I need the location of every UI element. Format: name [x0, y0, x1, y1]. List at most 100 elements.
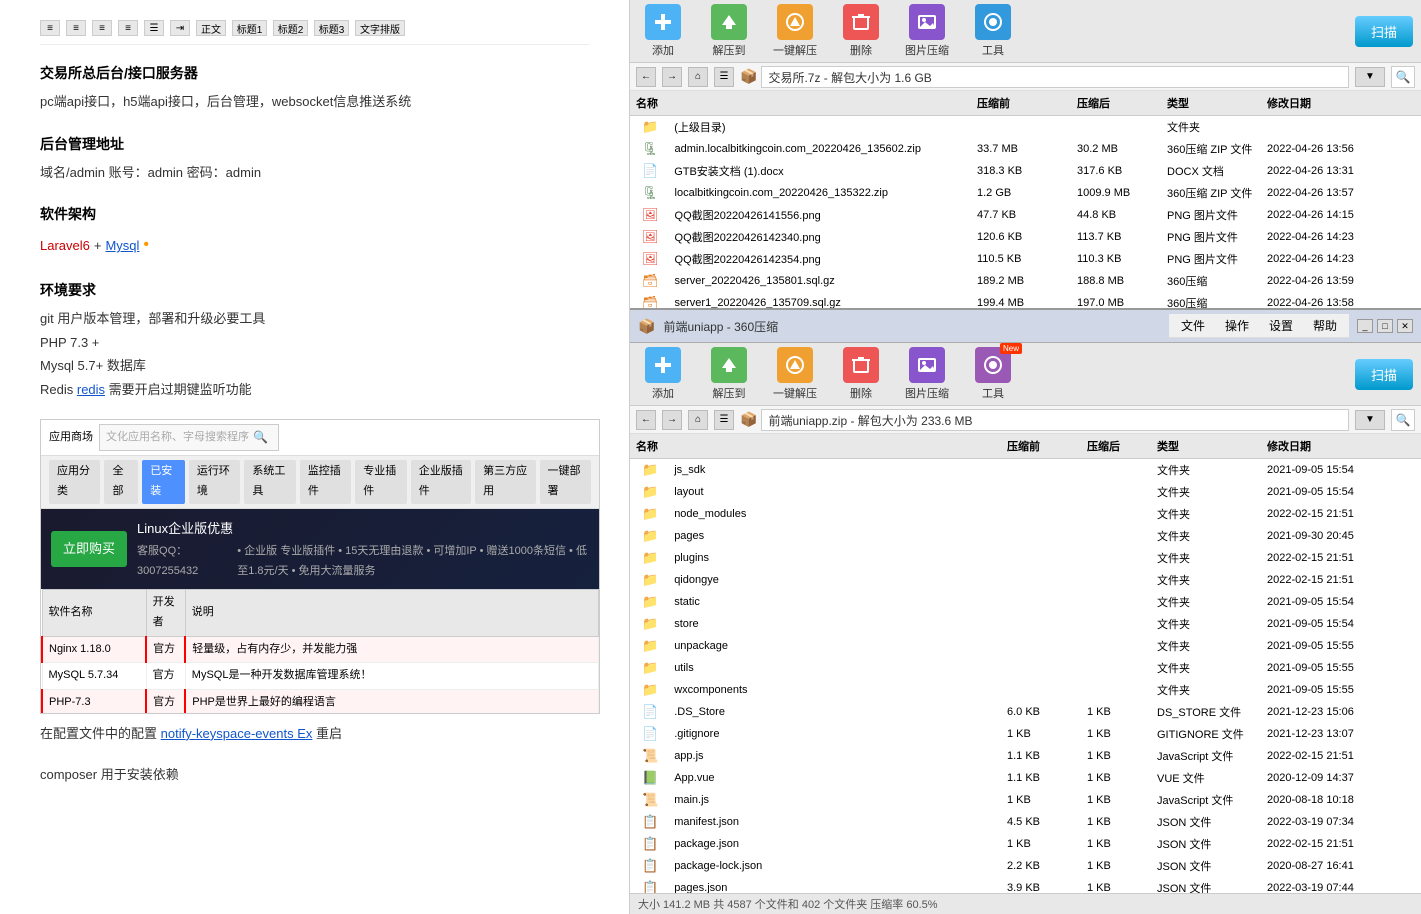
file-type-icon: 📄 [636, 703, 664, 721]
menu-settings[interactable]: 设置 [1265, 316, 1297, 335]
table-row[interactable]: 📁 pages 文件夹 2021-09-30 20:45 [630, 525, 1421, 547]
promo-buy-btn[interactable]: 立即购买 [51, 531, 127, 566]
h3-btn[interactable]: 标题3 [314, 20, 349, 36]
table-row[interactable]: 🖼 QQ截图20220426142340.png 120.6 KB 113.7 … [630, 226, 1421, 248]
align-right-btn[interactable]: ≡ [92, 20, 112, 36]
table-row[interactable]: 🖼 QQ截图20220426141556.png 47.7 KB 44.8 KB… [630, 204, 1421, 226]
file-kind: PNG 图片文件 [1161, 206, 1261, 224]
config-link[interactable]: notify-keyspace-events Ex [161, 726, 313, 741]
tab-monitor[interactable]: 监控插件 [300, 460, 351, 504]
table-row[interactable]: 📁 qidongye 文件夹 2022-02-15 21:51 [630, 569, 1421, 591]
table-row[interactable]: 📋 manifest.json 4.5 KB 1 KB JSON 文件 2022… [630, 811, 1421, 833]
tools-label: 工具 [982, 42, 1004, 58]
restore-btn[interactable]: □ [1377, 319, 1393, 333]
scan-button-2[interactable]: 扫描 [1355, 359, 1413, 390]
fm-bottom-file-list[interactable]: 名称 压缩前 压缩后 类型 修改日期 📁 js_sdk 文件夹 2021-09-… [630, 434, 1421, 893]
extract-button[interactable]: 解压到 [704, 4, 754, 58]
tab-pro-plugins[interactable]: 专业插件 [355, 460, 406, 504]
table-row[interactable]: 📁 unpackage 文件夹 2021-09-05 15:55 [630, 635, 1421, 657]
nav-back-btn-2[interactable]: ← [636, 410, 656, 430]
indent-btn[interactable]: ⇥ [170, 20, 190, 36]
list-btn[interactable]: ☰ [144, 20, 164, 36]
file-type-icon: 🖼 [636, 250, 665, 268]
nav-home-btn-2[interactable]: ⌂ [688, 410, 708, 430]
file-size: 1 KB [1081, 859, 1151, 873]
table-row[interactable]: MySQL 5.7.34 官方 MySQL是一种开发数据库管理系统！ [42, 663, 599, 690]
justify-btn[interactable]: ≡ [118, 20, 138, 36]
table-row[interactable]: 📋 package-lock.json 2.2 KB 1 KB JSON 文件 … [630, 855, 1421, 877]
close-btn[interactable]: ✕ [1397, 319, 1413, 333]
add-button[interactable]: 添加 [638, 4, 688, 58]
table-row[interactable]: 🗜 admin.localbitkingcoin.com_20220426_13… [630, 138, 1421, 160]
align-left-btn[interactable]: ≡ [40, 20, 60, 36]
tab-all[interactable]: 全部 [104, 460, 138, 504]
menu-ops[interactable]: 操作 [1221, 316, 1253, 335]
nav-back-btn[interactable]: ← [636, 67, 656, 87]
text-format-btn[interactable]: 文字排版 [355, 20, 405, 36]
table-row[interactable]: 📄 .gitignore 1 KB 1 KB GITIGNORE 文件 2021… [630, 723, 1421, 745]
tools-button[interactable]: 工具 [968, 4, 1018, 58]
tab-runtime[interactable]: 运行环境 [189, 460, 240, 504]
imgzip-button[interactable]: 图片压缩 [902, 4, 952, 58]
tab-category[interactable]: 应用分类 [49, 460, 100, 504]
table-row[interactable]: 📗 App.vue 1.1 KB 1 KB VUE 文件 2020-12-09 … [630, 767, 1421, 789]
delete-button-2[interactable]: 删除 [836, 347, 886, 401]
scan-button[interactable]: 扫描 [1355, 16, 1413, 47]
menu-file[interactable]: 文件 [1177, 316, 1209, 335]
table-row[interactable]: 📁 (上级目录) 文件夹 [630, 116, 1421, 138]
table-row[interactable]: Nginx 1.18.0 官方 轻量级，占有内存少，并发能力强 [42, 636, 599, 663]
table-row[interactable]: 📁 node_modules 文件夹 2022-02-15 21:51 [630, 503, 1421, 525]
app-search-box[interactable]: 文化应用名称、字母搜索程序 🔍 [99, 424, 279, 452]
table-row[interactable]: 📄 .DS_Store 6.0 KB 1 KB DS_STORE 文件 2021… [630, 701, 1421, 723]
search-btn-2[interactable]: 🔍 [1391, 409, 1415, 431]
table-row[interactable]: 📁 store 文件夹 2021-09-05 15:54 [630, 613, 1421, 635]
table-row[interactable]: 🖼 QQ截图20220426142354.png 110.5 KB 110.3 … [630, 248, 1421, 270]
tab-installed[interactable]: 已安装 [142, 460, 185, 504]
delete-button[interactable]: 删除 [836, 4, 886, 58]
table-row[interactable]: 🗜 localbitkingcoin.com_20220426_135322.z… [630, 182, 1421, 204]
tab-enterprise[interactable]: 企业版插件 [411, 460, 471, 504]
nav-view-btn[interactable]: ☰ [714, 67, 734, 87]
redis-link[interactable]: redis [77, 382, 105, 397]
table-row[interactable]: 📁 js_sdk 文件夹 2021-09-05 15:54 [630, 459, 1421, 481]
table-row[interactable]: 📜 app.js 1.1 KB 1 KB JavaScript 文件 2022-… [630, 745, 1421, 767]
dropdown-btn[interactable]: ▼ [1355, 67, 1385, 87]
table-row[interactable]: 📋 package.json 1 KB 1 KB JSON 文件 2022-02… [630, 833, 1421, 855]
table-row[interactable]: 📁 static 文件夹 2021-09-05 15:54 [630, 591, 1421, 613]
nav-view-btn-2[interactable]: ☰ [714, 410, 734, 430]
onekey-button[interactable]: 一键解压 [770, 4, 820, 58]
table-row[interactable]: 📜 main.js 1 KB 1 KB JavaScript 文件 2020-0… [630, 789, 1421, 811]
h1-btn[interactable]: 标题1 [232, 20, 267, 36]
tab-third[interactable]: 第三方应用 [475, 460, 535, 504]
file-type-icon: 📁 [636, 527, 664, 545]
table-row[interactable]: 📁 utils 文件夹 2021-09-05 15:55 [630, 657, 1421, 679]
menu-help[interactable]: 帮助 [1309, 316, 1341, 335]
table-row[interactable]: 🗃 server_20220426_135801.sql.gz 189.2 MB… [630, 270, 1421, 292]
table-row[interactable]: 📁 wxcomponents 文件夹 2021-09-05 15:55 [630, 679, 1421, 701]
table-row[interactable]: 🗃 server1_20220426_135709.sql.gz 199.4 M… [630, 292, 1421, 308]
table-row[interactable]: 📁 layout 文件夹 2021-09-05 15:54 [630, 481, 1421, 503]
table-row[interactable]: PHP-7.3 官方 PHP是世界上最好的编程语言 [42, 690, 599, 714]
search-icon[interactable]: 🔍 [253, 427, 268, 449]
format-btn[interactable]: 正文 [196, 20, 226, 36]
nav-forward-btn[interactable]: → [662, 67, 682, 87]
fm-top-file-list[interactable]: 名称 压缩前 压缩后 类型 修改日期 📁 (上级目录) 文件夹 🗜 admin.… [630, 91, 1421, 308]
h2-btn[interactable]: 标题2 [273, 20, 308, 36]
table-row[interactable]: 📋 pages.json 3.9 KB 1 KB JSON 文件 2022-03… [630, 877, 1421, 893]
nav-home-btn[interactable]: ⌂ [688, 67, 708, 87]
align-center-btn[interactable]: ≡ [66, 20, 86, 36]
tab-onekey[interactable]: 一键部署 [540, 460, 591, 504]
add-button-2[interactable]: 添加 [638, 347, 688, 401]
extract-button-2[interactable]: 解压到 [704, 347, 754, 401]
imgzip-button-2[interactable]: 图片压缩 [902, 347, 952, 401]
table-row[interactable]: 📁 plugins 文件夹 2022-02-15 21:51 [630, 547, 1421, 569]
tab-sys-tools[interactable]: 系统工具 [244, 460, 295, 504]
mysql-label[interactable]: Mysql [105, 234, 139, 257]
dropdown-btn-2[interactable]: ▼ [1355, 410, 1385, 430]
onekey-button-2[interactable]: 一键解压 [770, 347, 820, 401]
search-btn[interactable]: 🔍 [1391, 66, 1415, 88]
table-row[interactable]: 📄 GTB安装文档 (1).docx 318.3 KB 317.6 KB DOC… [630, 160, 1421, 182]
nav-forward-btn-2[interactable]: → [662, 410, 682, 430]
minimize-btn[interactable]: _ [1357, 319, 1373, 333]
tools-button-2[interactable]: 工具 [968, 347, 1018, 401]
